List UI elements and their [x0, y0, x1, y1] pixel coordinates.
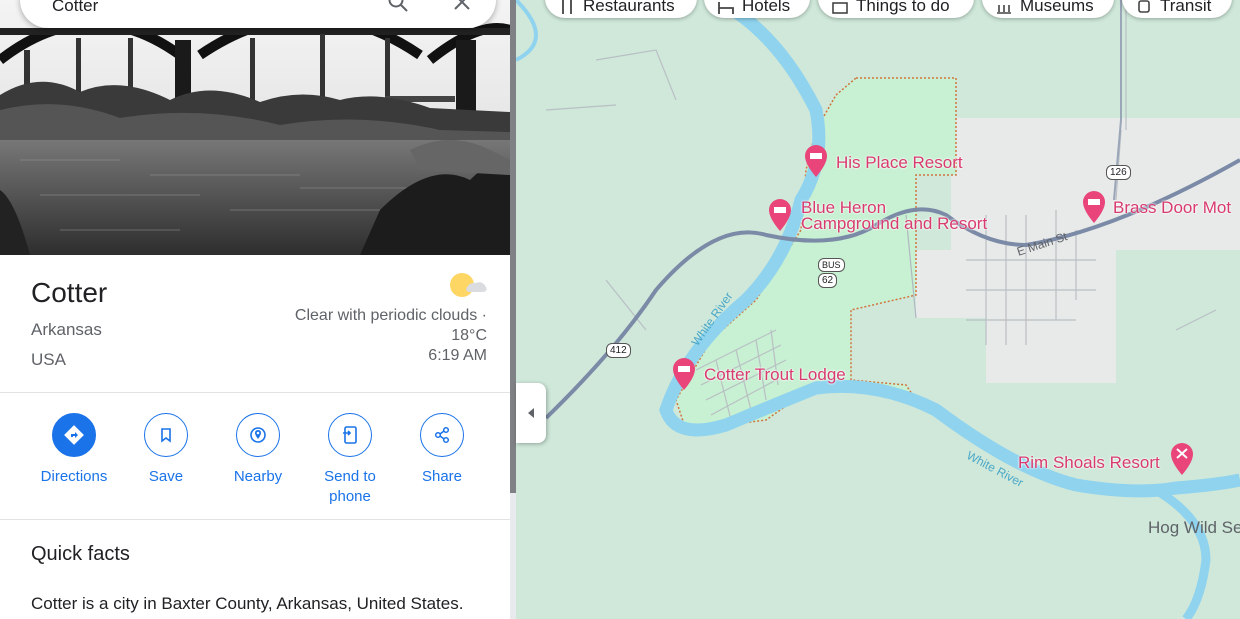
search-box[interactable]: Cotter — [20, 0, 496, 28]
send-to-phone-button[interactable]: Send to phone — [304, 413, 396, 507]
hotel-pin-icon[interactable] — [803, 144, 829, 178]
route-shield-62: 62 — [818, 273, 838, 288]
nearby-label: Nearby — [233, 468, 283, 485]
search-icon[interactable] — [386, 0, 410, 14]
chip-transit-label: Transit — [1160, 0, 1212, 15]
directions-label: Directions — [40, 468, 108, 485]
resort-pin-icon[interactable] — [1169, 442, 1195, 476]
route-shield-126: 126 — [1106, 165, 1131, 180]
map-label-hog-wild[interactable]: Hog Wild Se — [1148, 518, 1240, 538]
chip-things-to-do[interactable]: Things to do — [818, 0, 974, 18]
chip-museums-label: Museums — [1020, 0, 1094, 15]
fork-knife-icon — [559, 0, 575, 14]
bed-icon — [718, 0, 734, 14]
poi-his-place-resort[interactable]: His Place Resort — [836, 154, 963, 171]
partly-cloudy-icon — [446, 268, 488, 302]
send-to-phone-label: Send to phone — [324, 468, 376, 505]
chip-hotels[interactable]: Hotels — [704, 0, 810, 18]
poi-brass-door[interactable]: Brass Door Mot — [1113, 199, 1231, 216]
hotel-pin-icon[interactable] — [767, 198, 793, 232]
museum-icon — [996, 0, 1012, 14]
collapse-arrow-icon — [528, 408, 534, 418]
poi-rim-shoals-resort[interactable]: Rim Shoals Resort — [1018, 454, 1160, 471]
collapse-panel-button[interactable] — [516, 383, 546, 443]
close-icon[interactable] — [450, 0, 474, 14]
route-shield-412: 412 — [606, 343, 631, 358]
divider — [0, 392, 510, 393]
directions-icon[interactable] — [52, 413, 96, 457]
place-title: Cotter — [31, 277, 108, 308]
chip-transit[interactable]: Transit — [1122, 0, 1232, 18]
hotel-pin-icon[interactable] — [1081, 190, 1107, 224]
nearby-icon[interactable] — [236, 413, 280, 457]
place-panel: Cotter Cotter Arkansas USA Clear with pe… — [0, 0, 510, 619]
send-to-phone-icon[interactable] — [328, 413, 372, 457]
nearby-button[interactable]: Nearby — [212, 413, 304, 487]
share-label: Share — [421, 468, 463, 485]
poi-blue-heron[interactable]: Blue Heron Campground and Resort — [801, 199, 988, 233]
weather-time: 6:19 AM — [428, 347, 487, 364]
poi-blue-heron-line2: Campground and Resort — [801, 214, 988, 233]
search-query[interactable]: Cotter — [52, 0, 98, 16]
map-canvas[interactable]: 126 BUS 62 412 E Main St White River Whi… — [516, 0, 1240, 619]
route-shield-bus: BUS — [818, 258, 845, 272]
hotel-pin-icon[interactable] — [671, 357, 697, 391]
quick-facts-text: Cotter is a city in Baxter County, Arkan… — [31, 594, 464, 613]
chip-restaurants-label: Restaurants — [583, 0, 675, 15]
chip-things-to-do-label: Things to do — [856, 0, 950, 15]
share-icon[interactable] — [420, 413, 464, 457]
directions-button[interactable]: Directions — [28, 413, 120, 487]
weather-info: Clear with periodic clouds · 18°C 6:19 A… — [287, 306, 487, 366]
save-button[interactable]: Save — [120, 413, 212, 487]
save-label: Save — [148, 468, 184, 485]
chip-museums[interactable]: Museums — [982, 0, 1114, 18]
place-photo[interactable] — [0, 0, 510, 255]
chip-hotels-label: Hotels — [742, 0, 791, 15]
camera-icon — [832, 0, 848, 14]
share-button[interactable]: Share — [396, 413, 488, 487]
bookmark-icon[interactable] — [144, 413, 188, 457]
chip-restaurants[interactable]: Restaurants — [545, 0, 697, 18]
place-country: USA — [31, 350, 66, 369]
map-graphics — [516, 0, 1240, 619]
poi-cotter-trout-lodge[interactable]: Cotter Trout Lodge — [704, 366, 846, 383]
divider — [0, 519, 510, 520]
place-state: Arkansas — [31, 320, 102, 339]
quick-facts-title: Quick facts — [31, 543, 130, 565]
weather-description: Clear with periodic clouds · 18°C — [294, 307, 487, 344]
train-icon — [1136, 0, 1152, 13]
